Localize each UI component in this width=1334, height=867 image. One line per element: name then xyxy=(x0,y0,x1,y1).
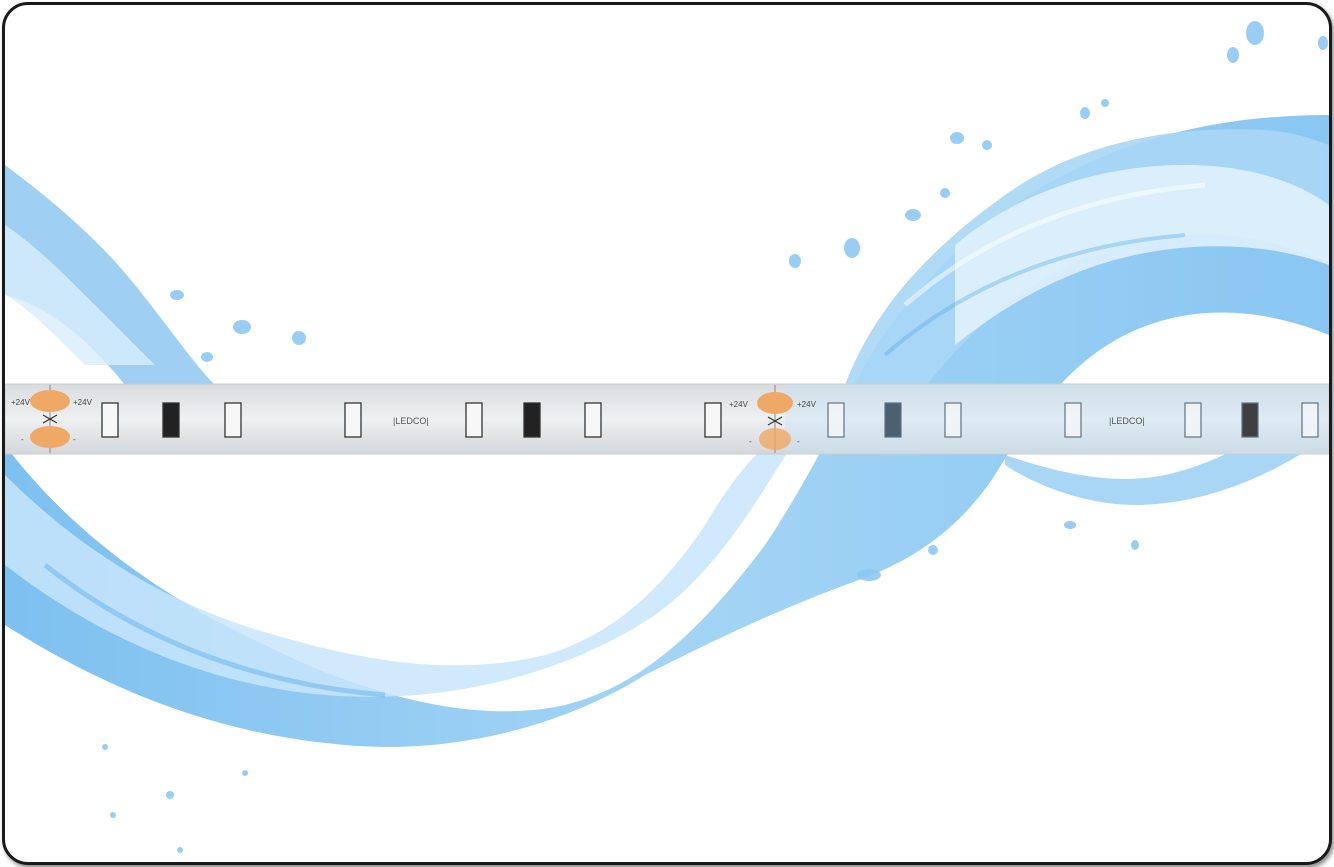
image-frame: +24V +24V - - |LEDCO| +24V +24V - - |LED… xyxy=(2,2,1332,865)
voltage-label-left-a: +24V xyxy=(11,398,31,407)
led-strip: +24V +24V - - |LEDCO| +24V +24V - - |LED… xyxy=(5,383,1329,455)
minus-label-left-a: - xyxy=(21,435,24,444)
brand-label-2: |LEDCO| xyxy=(1109,416,1145,426)
led-chips-segment-2 xyxy=(827,402,1319,438)
led-strip-water-scene: +24V +24V - - |LEDCO| +24V +24V - - |LED… xyxy=(5,21,1329,853)
voltage-label-middle-a: +24V xyxy=(729,400,749,409)
minus-label-middle-b: - xyxy=(797,437,800,446)
voltage-label-middle-b: +24V xyxy=(797,400,817,409)
brand-label-1: |LEDCO| xyxy=(393,416,429,426)
voltage-label-left-b: +24V xyxy=(73,398,93,407)
minus-label-middle-a: - xyxy=(749,437,752,446)
minus-label-left-b: - xyxy=(73,435,76,444)
